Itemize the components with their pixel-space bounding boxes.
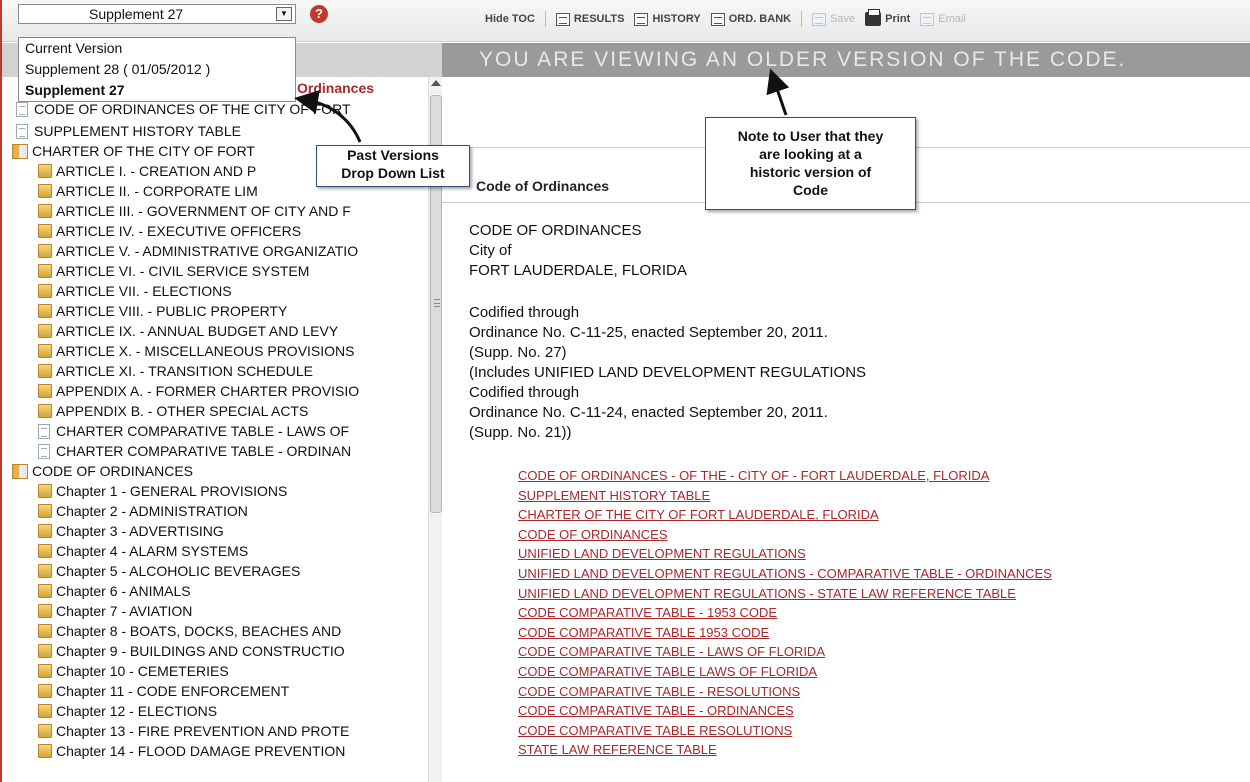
callout-arrows [294,68,790,143]
arrow-to-banner [766,68,790,116]
callout-line: Code [793,182,828,198]
callout-line: Drop Down List [341,165,445,181]
callout-line: are looking at a [759,146,862,162]
callout-line: Past Versions [347,147,439,163]
callout-line: Note to User that they [737,128,884,144]
arrow-to-dropdown [294,90,362,143]
note-to-user-callout: Note to User that they are looking at a … [705,117,916,210]
past-versions-callout: Past Versions Drop Down List [316,145,470,187]
callout-line: historic version of [749,164,872,180]
